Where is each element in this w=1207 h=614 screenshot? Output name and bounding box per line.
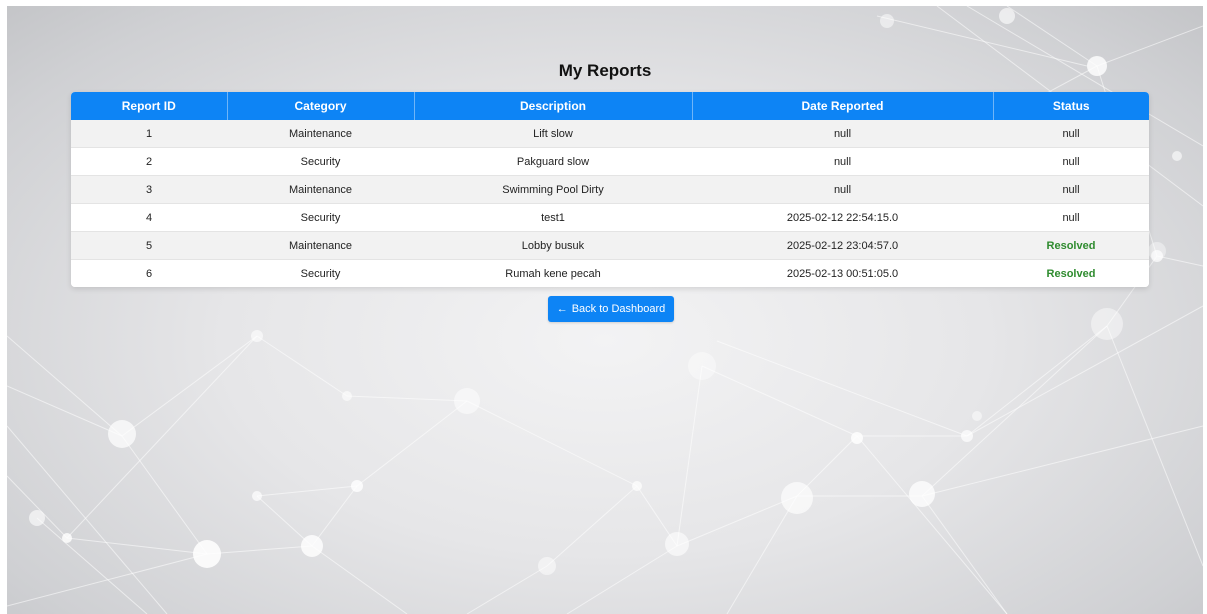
- date-reported-cell: 2025-02-12 22:54:15.0: [692, 203, 993, 232]
- description-cell: Pakguard slow: [414, 147, 692, 176]
- column-header-status: Status: [993, 92, 1149, 120]
- description-cell: Lobby busuk: [414, 231, 692, 260]
- category-cell: Maintenance: [227, 120, 414, 148]
- date-reported-cell: null: [692, 120, 993, 148]
- status-cell: null: [993, 203, 1149, 232]
- description-cell: Swimming Pool Dirty: [414, 175, 692, 204]
- description-cell: Lift slow: [414, 120, 692, 148]
- date-reported-cell: null: [692, 147, 993, 176]
- date-reported-cell: 2025-02-12 23:04:57.0: [692, 231, 993, 260]
- table-row: 2 Security Pakguard slow null null: [71, 147, 1149, 176]
- column-header-date-reported: Date Reported: [692, 92, 994, 120]
- category-cell: Security: [227, 147, 414, 176]
- table-header-row: Report ID Category Description Date Repo…: [71, 92, 1149, 120]
- page-title: My Reports: [558, 61, 652, 80]
- report-id-cell: 4: [71, 203, 227, 232]
- date-reported-cell: 2025-02-13 00:51:05.0: [692, 259, 993, 287]
- column-header-category: Category: [227, 92, 415, 120]
- reports-table: Report ID Category Description Date Repo…: [71, 92, 1149, 287]
- status-cell: Resolved: [993, 259, 1149, 287]
- report-id-cell: 6: [71, 259, 227, 287]
- column-header-description: Description: [414, 92, 693, 120]
- date-reported-cell: null: [692, 175, 993, 204]
- arrow-left-icon: ←: [556, 302, 568, 315]
- category-cell: Maintenance: [227, 175, 414, 204]
- table-row: 5 Maintenance Lobby busuk 2025-02-12 23:…: [71, 231, 1149, 260]
- report-id-cell: 2: [71, 147, 227, 176]
- report-id-cell: 3: [71, 175, 227, 204]
- description-cell: Rumah kene pecah: [414, 259, 692, 287]
- status-cell: null: [993, 175, 1149, 204]
- main-content: My Reports Report ID Category Descriptio…: [7, 6, 1203, 614]
- category-cell: Security: [227, 203, 414, 232]
- category-cell: Maintenance: [227, 231, 414, 260]
- column-header-report-id: Report ID: [71, 92, 228, 120]
- description-cell: test1: [414, 203, 692, 232]
- back-to-dashboard-label: Back to Dashboard: [571, 303, 666, 315]
- status-cell: Resolved: [993, 231, 1149, 260]
- reports-table-container: Report ID Category Description Date Repo…: [71, 92, 1149, 287]
- table-row: 6 Security Rumah kene pecah 2025-02-13 0…: [71, 259, 1149, 287]
- status-cell: null: [993, 120, 1149, 148]
- back-to-dashboard-button[interactable]: ← Back to Dashboard: [548, 296, 674, 322]
- category-cell: Security: [227, 259, 414, 287]
- report-id-cell: 1: [71, 120, 227, 148]
- page-background: My Reports Report ID Category Descriptio…: [7, 6, 1203, 614]
- table-row: 4 Security test1 2025-02-12 22:54:15.0 n…: [71, 203, 1149, 232]
- table-row: 1 Maintenance Lift slow null null: [71, 120, 1149, 148]
- status-cell: null: [993, 147, 1149, 176]
- report-id-cell: 5: [71, 231, 227, 260]
- table-row: 3 Maintenance Swimming Pool Dirty null n…: [71, 175, 1149, 204]
